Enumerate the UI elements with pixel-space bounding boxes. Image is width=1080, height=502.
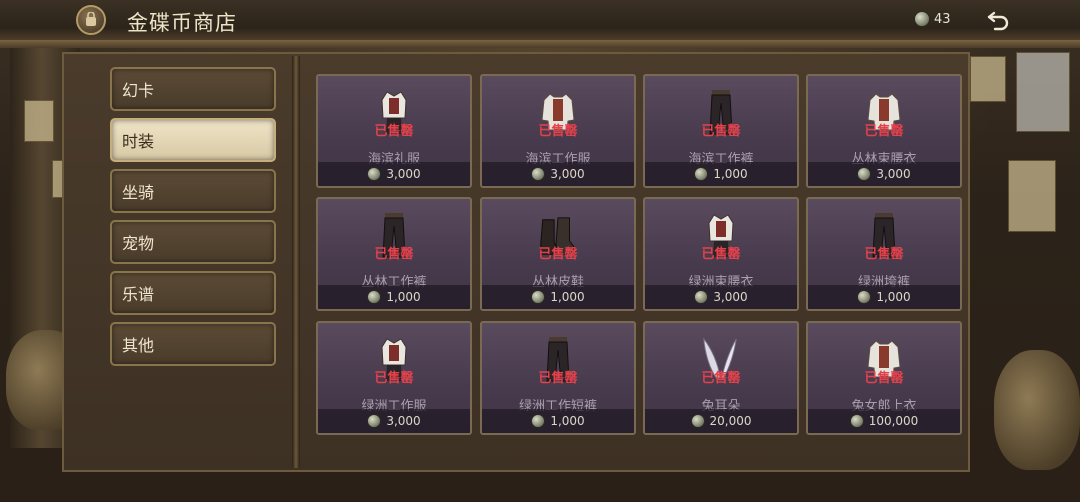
shop-item-card[interactable]: 已售罄 绿洲工作短裤 1,000 <box>480 321 636 435</box>
sold-out-label: 已售罄 <box>701 247 741 262</box>
item-price: 100,000 <box>868 414 919 428</box>
currency-count: 43 <box>934 11 951 27</box>
sold-out-label: 已售罄 <box>701 371 741 386</box>
sold-out-label: 已售罄 <box>864 247 904 262</box>
price-bar: 3,000 <box>482 162 634 186</box>
coin-icon <box>531 290 546 304</box>
tab-label: 乐谱 <box>122 285 155 304</box>
price-bar: 1,000 <box>482 409 634 433</box>
item-price: 1,000 <box>713 167 748 181</box>
sold-out-label: 已售罄 <box>538 371 578 386</box>
coin-icon <box>531 167 546 181</box>
price-bar: 3,000 <box>318 409 470 433</box>
item-price: 1,000 <box>550 290 585 304</box>
coin-icon <box>694 290 709 304</box>
sidebar-divider <box>292 56 300 468</box>
tab-fashion[interactable]: 时装 <box>110 118 276 162</box>
coin-icon <box>857 290 872 304</box>
item-price: 1,000 <box>550 414 585 428</box>
price-bar: 1,000 <box>318 285 470 309</box>
shop-item-card[interactable]: 已售罄 海滨工作裤 1,000 <box>643 74 799 188</box>
sold-out-label: 已售罄 <box>538 247 578 262</box>
coin-icon <box>531 414 546 428</box>
price-bar: 1,000 <box>645 162 797 186</box>
price-bar: 3,000 <box>808 162 960 186</box>
shop-item-card[interactable]: 已售罄 绿洲工作服 3,000 <box>316 321 472 435</box>
tab-cards[interactable]: 幻卡 <box>110 67 276 111</box>
item-price: 3,000 <box>713 290 748 304</box>
shop-item-card[interactable]: 已售罄 绿洲垮裤 1,000 <box>806 197 962 311</box>
pinned-note <box>24 100 54 142</box>
back-arrow-icon <box>987 11 1009 31</box>
price-bar: 1,000 <box>808 285 960 309</box>
shop-item-card[interactable]: 已售罄 绿洲束腰衣 3,000 <box>643 197 799 311</box>
shop-item-card[interactable]: 已售罄 兔耳朵 20,000 <box>643 321 799 435</box>
shop-emblem-icon <box>76 5 106 35</box>
coin-icon <box>914 11 930 27</box>
sold-out-label: 已售罄 <box>864 124 904 139</box>
price-bar: 20,000 <box>645 409 797 433</box>
tab-label: 宠物 <box>122 234 155 253</box>
currency-display: 43 <box>914 11 951 27</box>
sold-out-label: 已售罄 <box>538 124 578 139</box>
shop-item-card[interactable]: 已售罄 丛林束腰衣 3,000 <box>806 74 962 188</box>
tab-music-scores[interactable]: 乐谱 <box>110 271 276 315</box>
coin-icon <box>367 414 382 428</box>
shop-item-card[interactable]: 已售罄 丛林工作裤 1,000 <box>316 197 472 311</box>
item-price: 20,000 <box>709 414 752 428</box>
item-price: 1,000 <box>876 290 911 304</box>
sold-out-label: 已售罄 <box>701 124 741 139</box>
shop-item-card[interactable]: 已售罄 兔女郎上衣 100,000 <box>806 321 962 435</box>
sold-out-label: 已售罄 <box>374 247 414 262</box>
coin-icon <box>849 414 864 428</box>
item-price: 3,000 <box>386 414 421 428</box>
coin-icon <box>367 290 382 304</box>
tab-label: 幻卡 <box>122 81 155 100</box>
item-price: 3,000 <box>550 167 585 181</box>
pinned-note <box>1016 52 1070 132</box>
tab-mounts[interactable]: 坐骑 <box>110 169 276 213</box>
coin-icon <box>694 167 709 181</box>
pinned-note <box>970 56 1006 102</box>
top-bar-trim <box>0 40 1080 48</box>
coin-icon <box>857 167 872 181</box>
tab-label: 坐骑 <box>122 183 155 202</box>
price-bar: 3,000 <box>645 285 797 309</box>
tab-pets[interactable]: 宠物 <box>110 220 276 264</box>
item-price: 1,000 <box>386 290 421 304</box>
coin-icon <box>690 414 705 428</box>
item-price: 3,000 <box>386 167 421 181</box>
decorative-sack <box>994 350 1080 470</box>
shop-item-card[interactable]: 已售罄 海滨礼服 3,000 <box>316 74 472 188</box>
shop-item-card[interactable]: 已售罄 丛林皮鞋 1,000 <box>480 197 636 311</box>
coin-icon <box>367 167 382 181</box>
sold-out-label: 已售罄 <box>864 371 904 386</box>
sold-out-label: 已售罄 <box>374 124 414 139</box>
shop-item-card[interactable]: 已售罄 海滨工作服 3,000 <box>480 74 636 188</box>
tab-label: 时装 <box>122 132 155 151</box>
price-bar: 1,000 <box>482 285 634 309</box>
tab-other[interactable]: 其他 <box>110 322 276 366</box>
price-bar: 3,000 <box>318 162 470 186</box>
back-button[interactable] <box>985 8 1011 32</box>
tab-label: 其他 <box>122 336 155 355</box>
sold-out-label: 已售罄 <box>374 371 414 386</box>
page-title: 金碟币商店 <box>127 11 237 35</box>
item-price: 3,000 <box>876 167 911 181</box>
price-bar: 100,000 <box>808 409 960 433</box>
pinned-note <box>1008 160 1056 232</box>
